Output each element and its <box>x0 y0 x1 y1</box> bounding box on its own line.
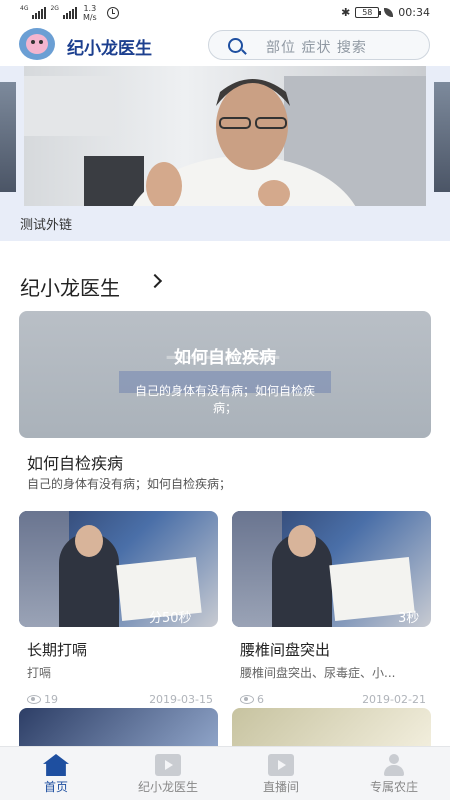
banner-prev-peek[interactable] <box>0 82 16 192</box>
tab-home[interactable]: 首页 <box>0 747 112 800</box>
clock: 00:34 <box>398 6 430 19</box>
signal-1-label: 4G <box>20 5 29 12</box>
video-thumbnail-partial[interactable] <box>19 708 218 748</box>
status-bar: 4G 2G 1.3 M/s ✱ 58 00:34 <box>0 0 450 26</box>
section-title[interactable]: 纪小龙医生 <box>20 272 120 301</box>
speed-value: 1.3 <box>83 4 97 13</box>
bluetooth-icon: ✱ <box>341 6 351 19</box>
live-icon <box>268 754 294 776</box>
video-thumbnail[interactable]: 分50秒 <box>19 511 218 627</box>
video-duration: 分50秒 <box>149 611 192 626</box>
video-subtitle: 腰椎间盘突出、尿毒症、小... <box>240 666 396 680</box>
publish-date: 2019-03-15 <box>149 693 213 706</box>
status-right: ✱ 58 00:34 <box>341 6 430 19</box>
video-title[interactable]: 腰椎间盘突出 <box>240 639 431 660</box>
tab-live[interactable]: 直播间 <box>225 747 337 800</box>
video-card[interactable]: 3秒 腰椎间盘突出 腰椎间盘突出、尿毒症、小... 6 2019-02-21 <box>232 511 431 707</box>
banner-image[interactable] <box>24 66 426 206</box>
app-logo <box>19 28 55 60</box>
logo-mascot-icon <box>26 34 48 54</box>
video-meta: 19 2019-03-15 <box>19 693 218 707</box>
battery-icon: 58 <box>355 7 382 18</box>
featured-overlay-title: 如何自检疾病 <box>174 348 276 368</box>
video-thumbnail-partial[interactable] <box>232 708 431 748</box>
video-subtitle: 打嗝 <box>27 666 52 680</box>
signal-2-label: 2G <box>50 5 59 12</box>
eye-icon <box>240 695 254 704</box>
tab-label: 专属农庄 <box>369 780 418 794</box>
app-title: 纪小龙医生 <box>67 39 152 59</box>
video-meta: 6 2019-02-21 <box>232 693 431 707</box>
video-title[interactable]: 长期打嗝 <box>27 639 218 660</box>
signal-2-icon <box>62 7 77 19</box>
status-left: 4G 2G 1.3 M/s <box>20 4 119 22</box>
featured-video-subtitle: 自己的身体有没有病；如何自检疾病； <box>27 477 232 491</box>
network-speed: 1.3 M/s <box>83 4 97 22</box>
tab-label: 直播间 <box>262 780 299 794</box>
featured-video-title[interactable]: 如何自检疾病 <box>27 450 123 474</box>
video-duration: 3秒 <box>398 611 420 626</box>
thumbnail-presenter-head <box>288 525 316 557</box>
tab-label: 首页 <box>43 780 68 794</box>
eye-icon <box>27 695 41 704</box>
alarm-icon <box>106 7 119 19</box>
view-count: 19 <box>44 693 58 706</box>
bottom-tab-bar: 首页 纪小龙医生 直播间 专属农庄 <box>0 746 450 800</box>
person-icon <box>381 754 407 776</box>
tab-farm[interactable]: 专属农庄 <box>338 747 450 800</box>
banner-caption[interactable]: 测试外链 <box>20 214 72 233</box>
search-icon <box>228 38 243 53</box>
thumbnail-presenter-head <box>75 525 103 557</box>
featured-video-thumbnail[interactable]: ▁▁▁▁▁▁ 如何自检疾病 自己的身体有没有病；如何自检疾病； <box>19 311 431 438</box>
banner-next-peek[interactable] <box>434 82 450 192</box>
tab-label: 纪小龙医生 <box>137 780 198 794</box>
home-icon <box>43 754 69 776</box>
chevron-right-icon[interactable] <box>147 273 163 289</box>
video-thumbnail[interactable]: 3秒 <box>232 511 431 627</box>
view-count: 6 <box>257 693 264 706</box>
featured-overlay-desc: 自己的身体有没有病；如何自检疾病； <box>134 384 315 415</box>
film-icon <box>155 754 181 776</box>
app-header: 纪小龙医生 部位 症状 搜索 <box>0 26 450 66</box>
speed-unit: M/s <box>82 13 97 22</box>
video-card[interactable]: 分50秒 长期打嗝 打嗝 19 2019-03-15 <box>19 511 218 707</box>
search-bar[interactable]: 部位 症状 搜索 <box>208 30 430 60</box>
power-saving-icon <box>384 8 394 17</box>
banner-carousel[interactable]: 测试外链 <box>0 66 450 241</box>
banner-doctor-photo <box>24 76 426 206</box>
signal-1-icon <box>32 7 47 19</box>
tab-doctor[interactable]: 纪小龙医生 <box>112 747 224 800</box>
publish-date: 2019-02-21 <box>362 693 426 706</box>
search-placeholder: 部位 症状 搜索 <box>266 40 367 56</box>
